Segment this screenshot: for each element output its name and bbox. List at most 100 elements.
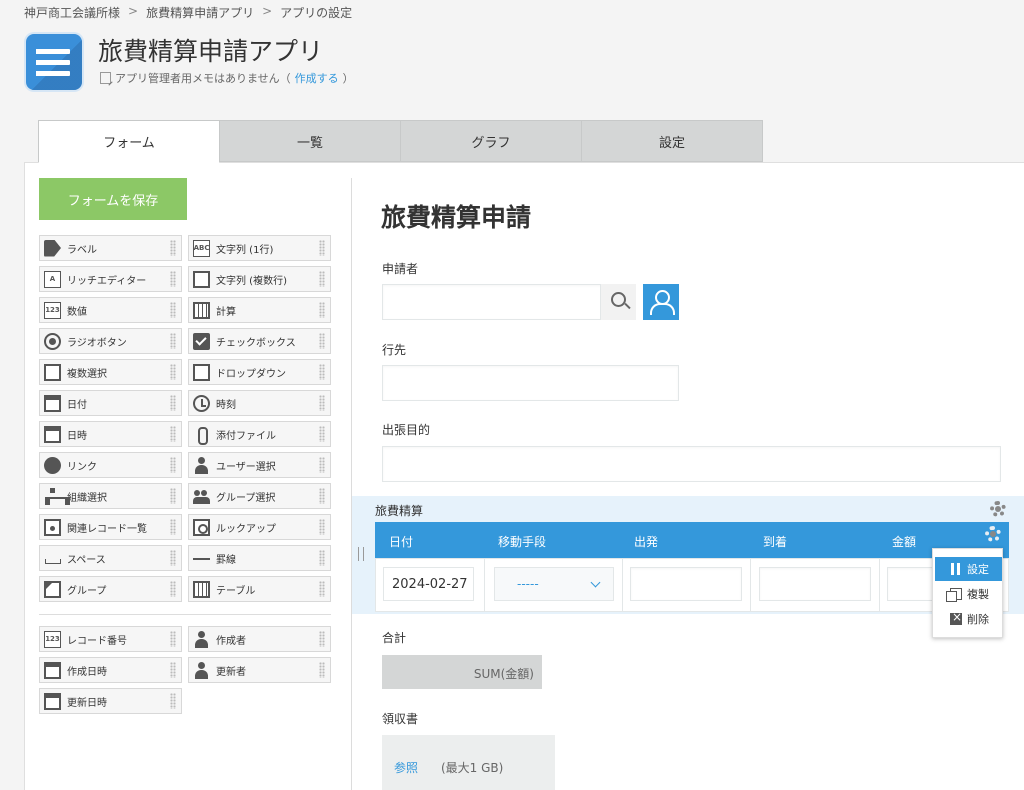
palette-item-date[interactable]: 日付: [39, 390, 182, 416]
arrival-input[interactable]: [759, 567, 871, 601]
palette-item-created-datetime[interactable]: 作成日時: [39, 657, 182, 683]
palette-item-user-select[interactable]: ユーザー選択: [188, 452, 331, 478]
palette-item-number[interactable]: 123 数値: [39, 297, 182, 323]
drag-grip-icon: [319, 631, 325, 647]
field-context-menu: 設定 複製 削除: [932, 548, 1003, 638]
palette-item-text: リッチエディター: [67, 275, 147, 287]
cell-divider: [484, 558, 485, 612]
palette-item-time[interactable]: 時刻: [188, 390, 331, 416]
palette-item-single-line-text[interactable]: ABC 文字列 (1行): [188, 235, 331, 261]
drag-grip-icon: [170, 333, 176, 349]
drag-grip-icon: [319, 333, 325, 349]
chevron-down-icon: [590, 577, 601, 588]
paperclip-icon: [193, 426, 210, 445]
cell-divider: [622, 558, 623, 612]
app-memo: アプリ管理者用メモはありません（ 作成する）: [100, 70, 354, 86]
radio-icon: [44, 332, 61, 350]
palette-item-text: 数値: [67, 306, 87, 318]
palette-item-label[interactable]: ラベル: [39, 235, 182, 261]
palette-item-group[interactable]: グループ: [39, 576, 182, 602]
palette-item-text: 組織選択: [67, 492, 107, 504]
destination-input[interactable]: [382, 365, 679, 401]
drag-grip-icon: [170, 364, 176, 380]
palette-item-calc[interactable]: 計算: [188, 297, 331, 323]
menu-item-settings[interactable]: 設定: [935, 557, 1002, 581]
tab-list[interactable]: 一覧: [219, 120, 401, 162]
palette-item-attachment[interactable]: 添付ファイル: [188, 421, 331, 447]
transport-select[interactable]: -----: [494, 567, 614, 601]
breadcrumb-item-company[interactable]: 神戸商工会議所様: [24, 4, 120, 21]
table-header-arrival: 到着: [763, 535, 788, 549]
breadcrumb-separator: >: [262, 4, 273, 18]
palette-item-border[interactable]: 罫線: [188, 545, 331, 571]
space-icon: [44, 550, 61, 567]
save-form-button[interactable]: フォームを保存: [39, 178, 187, 220]
palette-item-lookup[interactable]: ルックアップ: [188, 514, 331, 540]
drag-grip-icon: [319, 302, 325, 318]
palette-item-radio[interactable]: ラジオボタン: [39, 328, 182, 354]
menu-item-label: 削除: [967, 613, 989, 626]
palette-item-text: ラジオボタン: [67, 337, 127, 349]
drag-grip-icon: [170, 519, 176, 535]
palette-item-rich-editor[interactable]: A リッチエディター: [39, 266, 182, 292]
palette-item-creator[interactable]: 作成者: [188, 626, 331, 652]
palette-item-link[interactable]: リンク: [39, 452, 182, 478]
menu-item-delete[interactable]: 削除: [935, 607, 1002, 631]
palette-item-updater[interactable]: 更新者: [188, 657, 331, 683]
calendar-icon: [44, 692, 61, 710]
palette-item-text: 作成者: [216, 635, 246, 647]
date-cell-input[interactable]: 2024-02-27: [383, 567, 474, 601]
create-memo-link[interactable]: 作成する: [295, 70, 339, 86]
palette-item-updated-datetime[interactable]: 更新日時: [39, 688, 182, 714]
palette-item-text: ルックアップ: [216, 523, 276, 535]
departure-input[interactable]: [630, 567, 742, 601]
palette-item-table[interactable]: テーブル: [188, 576, 331, 602]
applicant-label: 申請者: [382, 262, 419, 276]
purpose-input[interactable]: [382, 446, 1001, 482]
palette-item-checkbox[interactable]: チェックボックス: [188, 328, 331, 354]
number-icon: 123: [44, 301, 61, 319]
user-group-icon: [193, 488, 210, 505]
browse-file-link[interactable]: 参照: [394, 759, 418, 776]
palette-item-multi-line-text[interactable]: 文字列 (複数行): [188, 266, 331, 292]
gear-icon[interactable]: [985, 526, 1001, 542]
palette-item-record-number[interactable]: 123 レコード番号: [39, 626, 182, 652]
horizontal-rule-icon: [193, 550, 210, 567]
gear-icon[interactable]: [990, 501, 1006, 517]
drag-grip-icon: [170, 240, 176, 256]
palette-item-text: 関連レコード一覧: [67, 523, 147, 535]
palette-item-group-select[interactable]: グループ選択: [188, 483, 331, 509]
search-icon[interactable]: [600, 284, 636, 320]
table-header-departure: 出発: [634, 535, 659, 549]
drag-grip-icon: [170, 693, 176, 709]
total-calc-field[interactable]: SUM(金額): [382, 655, 542, 689]
palette-item-org-select[interactable]: 組織選択: [39, 483, 182, 509]
palette-item-text: テーブル: [216, 585, 256, 597]
palette-item-text: チェックボックス: [216, 337, 296, 349]
table-header-transport: 移動手段: [498, 535, 547, 549]
palette-item-multi-select[interactable]: 複数選択: [39, 359, 182, 385]
palette-item-dropdown[interactable]: ドロップダウン: [188, 359, 331, 385]
palette-item-related-records[interactable]: 関連レコード一覧: [39, 514, 182, 540]
drag-grip-icon: [170, 302, 176, 318]
menu-item-duplicate[interactable]: 複製: [935, 582, 1002, 606]
palette-item-text: 日時: [67, 430, 87, 442]
breadcrumb-item-app[interactable]: 旅費精算申請アプリ: [146, 4, 254, 21]
tab-settings[interactable]: 設定: [581, 120, 763, 162]
user-picker-icon[interactable]: [643, 284, 679, 320]
drag-handle-icon[interactable]: [358, 547, 364, 561]
multi-select-icon: [44, 363, 61, 381]
number-icon: 123: [44, 630, 61, 648]
palette-item-space[interactable]: スペース: [39, 545, 182, 571]
palette-divider: [39, 614, 331, 615]
applicant-input[interactable]: [382, 284, 636, 320]
breadcrumb-item-settings: アプリの設定: [280, 6, 353, 20]
lookup-icon: [193, 518, 210, 536]
amount-input[interactable]: [887, 567, 937, 601]
drag-grip-icon: [170, 662, 176, 678]
tab-form[interactable]: フォーム: [38, 120, 220, 163]
palette-item-datetime[interactable]: 日時: [39, 421, 182, 447]
drag-grip-icon: [319, 271, 325, 287]
related-records-icon: [44, 518, 61, 536]
tab-graph[interactable]: グラフ: [400, 120, 582, 162]
